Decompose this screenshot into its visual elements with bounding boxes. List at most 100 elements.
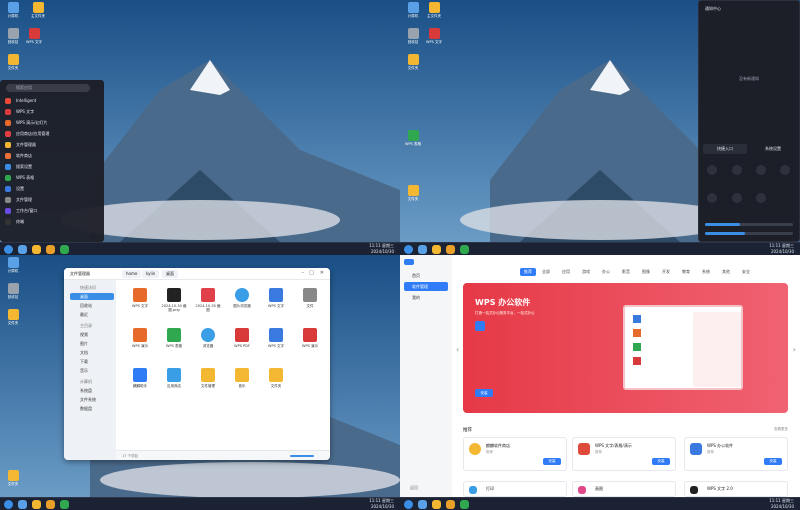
taskbar-app-icon[interactable] <box>460 245 469 254</box>
taskbar-clock[interactable]: 11:11 星期三 2024/10/30 <box>369 243 394 255</box>
desktop-icon-computer[interactable]: 计算机 <box>3 2 23 18</box>
file-item[interactable]: 文件管理 <box>194 368 222 388</box>
taskbar-app-icon[interactable] <box>46 245 55 254</box>
desktop-icon-folder[interactable]: 文件夹 <box>3 54 23 70</box>
tab-all[interactable]: 全部 <box>539 268 553 276</box>
clipboard-icon[interactable] <box>732 193 742 203</box>
taskbar-app-icon[interactable] <box>18 245 27 254</box>
zoom-slider[interactable] <box>290 455 314 457</box>
desktop-icon-computer[interactable]: 计算机 <box>3 257 23 273</box>
app-card[interactable]: WPS 办公软件 推荐 安装 <box>684 437 788 471</box>
tab-system[interactable]: 系统 <box>699 268 713 276</box>
taskbar-app-icon[interactable] <box>60 245 69 254</box>
close-icon[interactable]: ✕ <box>320 270 324 276</box>
start-menu-item[interactable]: 文件管理 <box>4 195 88 205</box>
power-save-icon[interactable] <box>756 193 766 203</box>
sidebar-item-filesystem[interactable]: 文件系统 <box>70 396 114 403</box>
file-item[interactable]: WPS PDF <box>228 328 256 348</box>
taskbar-app-icon[interactable] <box>418 500 427 509</box>
file-item[interactable]: WPS 表格 <box>160 328 188 348</box>
file-item[interactable]: 文件夹 <box>262 368 290 388</box>
night-mode-icon[interactable] <box>756 165 766 175</box>
desktop-icon-computer[interactable]: 计算机 <box>403 2 423 18</box>
screenshot-icon[interactable] <box>780 165 790 175</box>
tab-shortcuts[interactable]: 快捷入口 <box>703 144 747 154</box>
tab-dev[interactable]: 开发 <box>659 268 673 276</box>
file-item[interactable]: 麒麟助手 <box>126 368 154 388</box>
maximize-icon[interactable]: □ <box>309 270 314 276</box>
taskbar-app-icon[interactable] <box>60 500 69 509</box>
desktop-icon-home[interactable]: 主文件夹 <box>28 2 48 18</box>
tab-security[interactable]: 安全 <box>739 268 753 276</box>
sidebar-item-data-disk[interactable]: 数据盘 <box>70 405 114 412</box>
taskbar-app-icon[interactable] <box>432 245 441 254</box>
taskbar-app-icon[interactable] <box>446 245 455 254</box>
desktop-icon-wps-writer[interactable]: WPS 文字 <box>24 28 44 44</box>
start-menu-item[interactable]: 搜索设置 <box>4 162 88 172</box>
app-card[interactable]: WPS 文字 2.0 <box>684 481 788 497</box>
desktop-icon-wps-sheet[interactable]: WPS 表格 <box>403 130 423 146</box>
file-item[interactable]: 浏览器 <box>194 328 222 348</box>
tab-recommend[interactable]: 推荐 <box>520 268 536 276</box>
start-menu-item[interactable]: 工作台/窗口 <box>4 206 88 216</box>
tab-system-settings[interactable]: 系统设置 <box>751 144 795 154</box>
desktop-icon-home[interactable]: 主文件夹 <box>424 2 444 18</box>
minimize-icon[interactable]: – <box>302 270 305 276</box>
tab-image[interactable]: 图像 <box>639 268 653 276</box>
sidebar-item-pictures[interactable]: 图片 <box>70 340 114 347</box>
start-menu-item[interactable]: Intelligent <box>4 96 88 106</box>
sidebar-item-system-disk[interactable]: 系统盘 <box>70 387 114 394</box>
desktop-icon-trash[interactable]: 回收站 <box>403 28 423 44</box>
sidebar-item-desktop[interactable]: 桌面 <box>70 293 114 300</box>
wifi-toggle-icon[interactable] <box>707 165 717 175</box>
file-item[interactable]: WPS 文字 <box>126 288 154 308</box>
start-menu-item[interactable]: 文件管理器 <box>4 140 88 150</box>
carousel-next-icon[interactable]: › <box>793 345 796 354</box>
start-button-icon[interactable] <box>404 500 413 509</box>
taskbar-app-icon[interactable] <box>460 500 469 509</box>
file-item[interactable]: WPS 演示 <box>126 328 154 348</box>
carousel-prev-icon[interactable]: ‹ <box>456 345 459 354</box>
app-card[interactable]: 麒麟软件商店 推荐 安装 <box>463 437 567 471</box>
app-card[interactable]: WPS 文字/表格/演示 推荐 安装 <box>572 437 676 471</box>
bluetooth-toggle-icon[interactable] <box>732 165 742 175</box>
desktop-icon-folder[interactable]: 文件夹 <box>3 309 23 325</box>
start-menu-item[interactable]: WPS 文字 <box>4 107 88 117</box>
sidebar-item-videos[interactable]: 视频 <box>70 331 114 338</box>
nav-home[interactable]: 首页 <box>404 271 448 280</box>
taskbar-clock[interactable]: 11:11 星期三 2024/10/30 <box>769 243 794 255</box>
start-button-icon[interactable] <box>4 245 13 254</box>
desktop-icon-wps-writer[interactable]: WPS 文字 <box>424 28 444 44</box>
taskbar-app-icon[interactable] <box>432 500 441 509</box>
banner-install-button[interactable]: 安装 <box>475 389 493 397</box>
desktop-icon-folder[interactable]: 文件夹 <box>3 470 23 486</box>
sidebar-item-trash[interactable]: 回收站 <box>70 302 114 309</box>
tab-education[interactable]: 教育 <box>679 268 693 276</box>
start-menu-item[interactable]: WPS 表格 <box>4 173 88 183</box>
sidebar-item-recent[interactable]: 最近 <box>70 311 114 318</box>
breadcrumb-user[interactable]: kylin <box>142 270 160 278</box>
desktop-icon-trash[interactable]: 回收站 <box>3 28 23 44</box>
install-button[interactable]: 安装 <box>652 458 670 465</box>
file-item[interactable]: WPS 文字 <box>262 288 290 308</box>
desktop-icon-folder[interactable]: 文件夹 <box>403 185 423 201</box>
airplane-mode-icon[interactable] <box>707 193 717 203</box>
sidebar-item-downloads[interactable]: 下载 <box>70 358 114 365</box>
start-menu-item[interactable]: 设置 <box>4 184 88 194</box>
file-item[interactable]: 2024-10-30 截图.png <box>160 288 188 312</box>
desktop-icon-trash[interactable]: 回收站 <box>3 283 23 299</box>
taskbar-clock[interactable]: 11:11 星期三 2024/10/30 <box>369 498 394 510</box>
taskbar-app-icon[interactable] <box>32 500 41 509</box>
file-item[interactable]: WPS 演示 <box>296 328 324 348</box>
taskbar-app-icon[interactable] <box>446 500 455 509</box>
taskbar-app-icon[interactable] <box>418 245 427 254</box>
start-menu-item[interactable]: 终端 <box>4 217 88 227</box>
install-button[interactable]: 安装 <box>764 458 782 465</box>
tab-office[interactable]: 办公 <box>599 268 613 276</box>
taskbar-app-icon[interactable] <box>46 500 55 509</box>
file-item[interactable]: 音乐 <box>228 368 256 388</box>
file-item[interactable]: WPS 文字 <box>262 328 290 348</box>
start-menu-item[interactable]: WPS 演示/幻灯片 <box>4 118 88 128</box>
sidebar-item-music[interactable]: 音乐 <box>70 367 114 374</box>
start-menu-search-input[interactable]: 搜索应用 <box>6 84 90 92</box>
